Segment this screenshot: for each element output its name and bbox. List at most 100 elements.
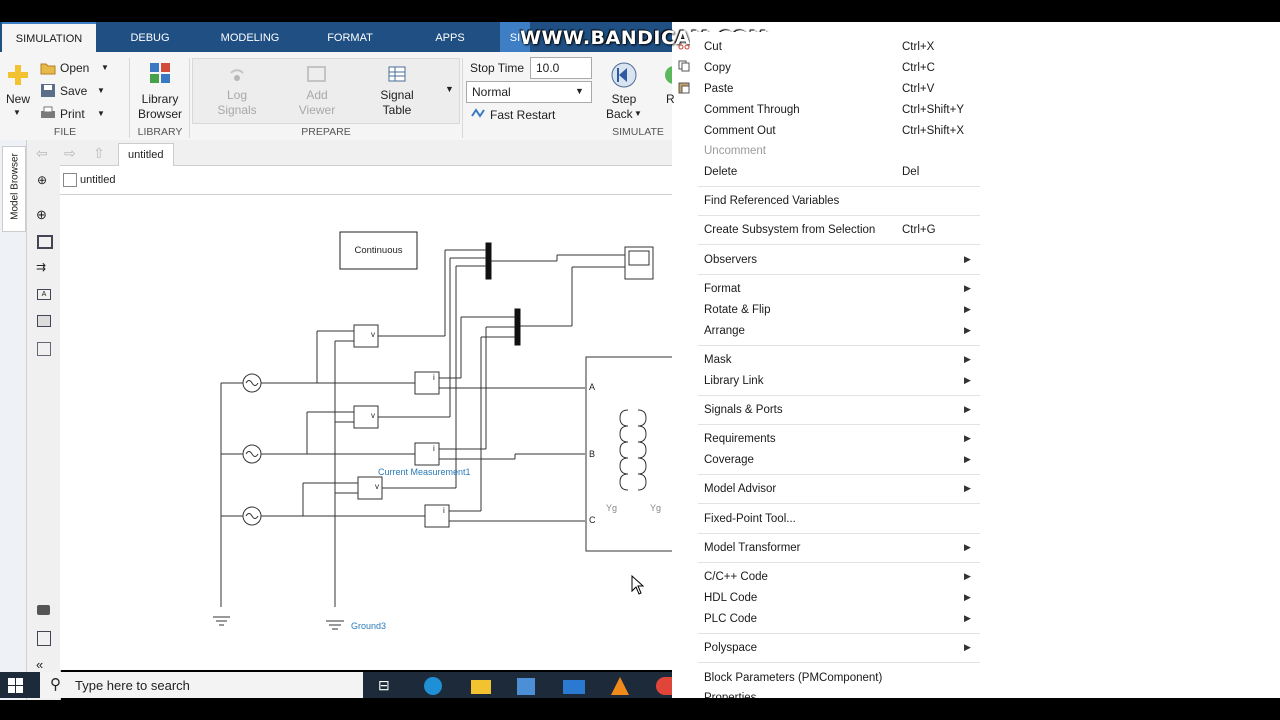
chevron-down-icon[interactable]: ▼ xyxy=(101,63,109,72)
chrome-icon[interactable] xyxy=(656,677,672,695)
chevron-down-icon[interactable]: ▼ xyxy=(97,86,105,95)
breadcrumb[interactable]: untitled xyxy=(80,174,115,186)
menu-item-model-transformer[interactable]: Model Transformer xyxy=(704,542,801,554)
submenu-arrow-icon: ▶ xyxy=(964,375,971,385)
current-measurement-3[interactable]: i xyxy=(443,506,445,515)
submenu-arrow-icon: ▶ xyxy=(964,642,971,652)
menu-item-properties[interactable]: Properties... xyxy=(704,692,766,698)
menu-item-block-parameters[interactable]: Block Parameters (PMComponent) xyxy=(704,672,882,684)
menu-item-mask[interactable]: Mask xyxy=(704,354,731,366)
menu-item-fixed-point-tool[interactable]: Fixed-Point Tool... xyxy=(704,513,796,525)
annotation-icon[interactable]: A xyxy=(37,289,51,300)
menu-item-find-referenced-variables[interactable]: Find Referenced Variables xyxy=(704,195,839,207)
tab-debug[interactable]: DEBUG xyxy=(110,22,190,52)
menu-item-signals-ports[interactable]: Signals & Ports xyxy=(704,404,783,416)
log-signals-button[interactable]: Log xyxy=(212,88,262,102)
menu-item-copy[interactable]: Copy xyxy=(704,62,731,74)
current-measurement-1[interactable]: i xyxy=(433,373,435,382)
collapse-icon[interactable]: « xyxy=(36,657,43,672)
menu-item-paste[interactable]: Paste xyxy=(704,83,733,95)
menu-item-observers[interactable]: Observers xyxy=(704,254,757,266)
tab-apps[interactable]: APPS xyxy=(410,22,490,52)
tab-format[interactable]: FORMAT xyxy=(310,22,390,52)
menu-item-library-link[interactable]: Library Link xyxy=(704,375,763,387)
tab-modeling[interactable]: MODELING xyxy=(206,22,294,52)
voltage-measurement-1[interactable]: v xyxy=(371,330,375,339)
report-icon[interactable] xyxy=(37,631,51,646)
gallery-expand-icon[interactable]: ▼ xyxy=(445,84,454,94)
menu-item-requirements[interactable]: Requirements xyxy=(704,433,776,445)
menu-item-format[interactable]: Format xyxy=(704,283,740,295)
print-button[interactable]: Print xyxy=(60,107,85,121)
taskbar-search-box[interactable]: ⚲ Type here to search xyxy=(40,672,363,698)
group-label-file: FILE xyxy=(53,126,77,138)
port-b-label: B xyxy=(589,449,596,459)
open-button[interactable]: Open xyxy=(60,61,89,75)
chevron-down-icon[interactable]: ▼ xyxy=(634,109,642,118)
save-button[interactable]: Save xyxy=(60,84,87,98)
menu-item-create-subsystem[interactable]: Create Subsystem from Selection xyxy=(704,224,875,236)
fit-to-view-icon[interactable] xyxy=(37,235,53,249)
voltage-measurement-2[interactable]: v xyxy=(371,411,375,420)
menu-item-comment-through[interactable]: Comment Through xyxy=(704,104,800,116)
continuous-block[interactable]: Continuous xyxy=(340,232,417,269)
log-signals-label-2: Signals xyxy=(217,103,257,117)
menu-separator xyxy=(698,503,980,504)
menu-item-model-advisor[interactable]: Model Advisor xyxy=(704,483,776,495)
voltage-measurement-3[interactable]: v xyxy=(375,482,379,491)
run-button-cut[interactable]: R xyxy=(666,92,675,106)
menu-item-hdl-code[interactable]: HDL Code xyxy=(704,592,757,604)
chevron-down-icon[interactable]: ▼ xyxy=(97,109,105,118)
breadcrumb-bar: untitled xyxy=(60,166,672,195)
hide-show-icon[interactable]: ⊕ xyxy=(37,173,47,187)
zoom-icon[interactable]: ⊕ xyxy=(36,207,47,223)
simulation-mode-value: Normal xyxy=(472,85,511,99)
menu-item-polyspace[interactable]: Polyspace xyxy=(704,642,757,654)
menu-item-cut[interactable]: Cut xyxy=(704,41,722,53)
step-back-icon xyxy=(611,62,637,88)
vlc-icon[interactable] xyxy=(611,677,629,695)
menu-item-coverage[interactable]: Coverage xyxy=(704,454,754,466)
fast-restart-button[interactable]: Fast Restart xyxy=(490,108,555,122)
edge-icon[interactable] xyxy=(424,677,442,695)
model-canvas[interactable]: Continuous Current Measurement1 Ground3 … xyxy=(60,195,672,670)
store-icon[interactable] xyxy=(517,678,535,695)
shortcut-comment-out: Ctrl+Shift+X xyxy=(902,125,964,137)
library-browser-label-2: Browser xyxy=(137,107,182,121)
menu-item-comment-out[interactable]: Comment Out xyxy=(704,125,776,137)
file-explorer-icon[interactable] xyxy=(471,680,491,694)
mail-icon[interactable] xyxy=(563,680,585,694)
stop-time-input[interactable]: 10.0 xyxy=(530,57,592,79)
area-icon[interactable] xyxy=(37,342,51,356)
menu-item-c-cpp-code[interactable]: C/C++ Code xyxy=(704,571,768,583)
task-view-icon[interactable]: ⊟ xyxy=(378,677,390,694)
add-viewer-button[interactable]: Add xyxy=(292,88,342,102)
camera-icon[interactable] xyxy=(37,605,50,615)
submenu-arrow-icon: ▶ xyxy=(964,325,971,335)
menu-item-arrange[interactable]: Arrange xyxy=(704,325,745,337)
tab-untitled[interactable]: untitled xyxy=(118,143,174,166)
up-arrow-icon[interactable]: ⇧ xyxy=(93,145,105,162)
chevron-down-icon[interactable]: ▼ xyxy=(13,108,21,117)
step-back-button[interactable]: Step xyxy=(606,92,642,106)
forward-arrow-icon[interactable]: ⇨ xyxy=(64,145,76,162)
menu-item-rotate-flip[interactable]: Rotate & Flip xyxy=(704,304,770,316)
signal-table-button[interactable]: Signal xyxy=(372,88,422,102)
mouse-cursor-icon xyxy=(631,575,645,595)
tab-simulation[interactable]: SIMULATION xyxy=(2,22,96,52)
current-measurement-2[interactable]: i xyxy=(433,444,435,453)
image-icon[interactable] xyxy=(37,315,51,327)
stop-time-value: 10.0 xyxy=(536,61,560,75)
submenu-arrow-icon: ▶ xyxy=(964,304,971,314)
menu-item-delete[interactable]: Delete xyxy=(704,166,737,178)
new-button[interactable]: New xyxy=(6,92,30,106)
group-label-library: LIBRARY xyxy=(137,126,183,138)
library-browser-button[interactable]: Library xyxy=(134,92,186,106)
simulation-mode-select[interactable]: Normal ▼ xyxy=(466,81,592,103)
menu-item-plc-code[interactable]: PLC Code xyxy=(704,613,757,625)
menu-separator xyxy=(698,274,980,275)
model-browser-tab[interactable]: Model Browser xyxy=(2,146,26,232)
windows-start-icon[interactable] xyxy=(8,678,23,693)
arrow-icon[interactable]: ⇉ xyxy=(36,260,46,274)
back-arrow-icon[interactable]: ⇦ xyxy=(36,145,48,162)
